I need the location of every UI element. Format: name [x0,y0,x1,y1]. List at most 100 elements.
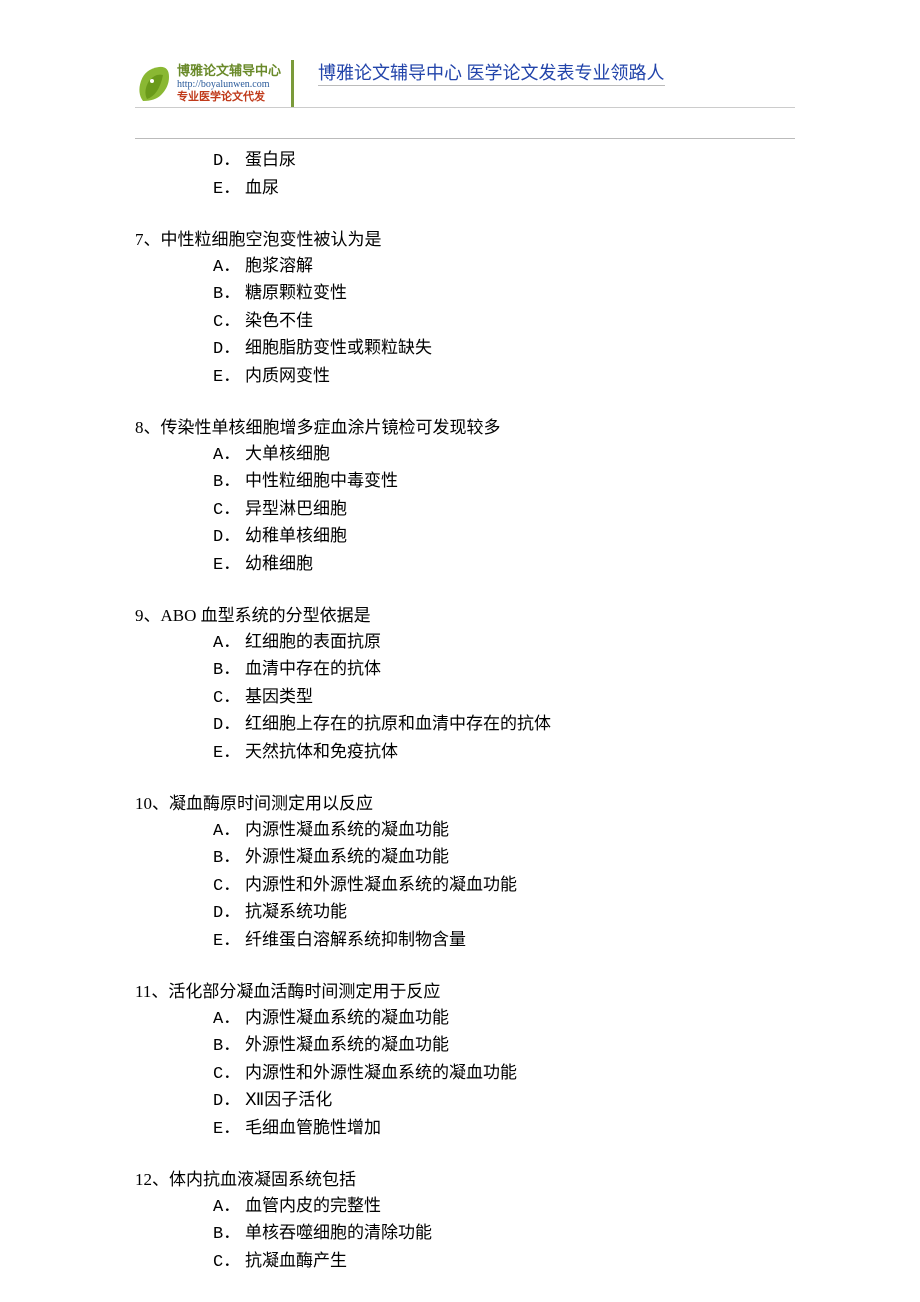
option-text: 幼稚单核细胞 [245,526,347,545]
option-text: 内源性和外源性凝血系统的凝血功能 [245,1063,517,1082]
option-line: C．内源性和外源性凝血系统的凝血功能 [135,872,795,900]
option-line: B．血清中存在的抗体 [135,656,795,684]
option-text: 内源性凝血系统的凝血功能 [245,1008,449,1027]
option-text: 内源性和外源性凝血系统的凝血功能 [245,875,517,894]
option-label: D． [213,1089,245,1115]
option-label: D． [213,149,245,175]
option-text: 基因类型 [245,687,313,706]
header-right: 博雅论文辅导中心 医学论文发表专业领路人 [291,60,665,107]
option-text: 单核吞噬细胞的清除功能 [245,1223,432,1242]
option-line: B．外源性凝血系统的凝血功能 [135,1032,795,1060]
option-text: 血清中存在的抗体 [245,659,381,678]
question-9: 9、ABO 血型系统的分型依据是 [135,603,795,629]
option-label: B． [213,470,245,496]
option-text: 血尿 [245,178,279,197]
option-text: 幼稚细胞 [245,554,313,573]
option-label: E． [213,1117,245,1143]
option-text: 天然抗体和免疫抗体 [245,742,398,761]
logo-url: http://boyalunwen.com [177,79,281,91]
option-text: 内质网变性 [245,366,330,385]
option-label: B． [213,1034,245,1060]
question-11-options: A．内源性凝血系统的凝血功能 B．外源性凝血系统的凝血功能 C．内源性和外源性凝… [135,1005,795,1143]
option-label: E． [213,365,245,391]
option-label: D． [213,337,245,363]
question-10: 10、凝血酶原时间测定用以反应 [135,791,795,817]
option-label: B． [213,658,245,684]
option-text: 蛋白尿 [245,150,296,169]
option-line: C．抗凝血酶产生 [135,1248,795,1276]
option-label: B． [213,282,245,308]
logo-title: 博雅论文辅导中心 [177,63,281,79]
option-line: C．染色不佳 [135,308,795,336]
option-text: 红细胞上存在的抗原和血清中存在的抗体 [245,714,551,733]
option-label: E． [213,929,245,955]
logo-text-block: 博雅论文辅导中心 http://boyalunwen.com 专业医学论文代发 [177,63,281,104]
option-text: 胞浆溶解 [245,256,313,275]
option-text: 大单核细胞 [245,444,330,463]
logo-block: 博雅论文辅导中心 http://boyalunwen.com 专业医学论文代发 [135,63,289,105]
question-stem: 活化部分凝血活酶时间测定用于反应 [168,982,440,1001]
option-line: B．中性粒细胞中毒变性 [135,468,795,496]
option-text: 中性粒细胞中毒变性 [245,471,398,490]
question-number: 12、 [135,1170,169,1189]
option-line: D．红细胞上存在的抗原和血清中存在的抗体 [135,711,795,739]
option-text: 外源性凝血系统的凝血功能 [245,1035,449,1054]
option-line: A．大单核细胞 [135,441,795,469]
option-line: C．基因类型 [135,684,795,712]
option-text: 糖原颗粒变性 [245,283,347,302]
option-label: E． [213,177,245,203]
option-line: D．细胞脂肪变性或颗粒缺失 [135,335,795,363]
option-line: D．蛋白尿 [135,147,795,175]
question-number: 9、 [135,606,161,625]
question-7-options: A．胞浆溶解 B．糖原颗粒变性 C．染色不佳 D．细胞脂肪变性或颗粒缺失 E．内… [135,253,795,391]
option-line: B．糖原颗粒变性 [135,280,795,308]
question-8: 8、传染性单核细胞增多症血涂片镜检可发现较多 [135,415,795,441]
question-10-options: A．内源性凝血系统的凝血功能 B．外源性凝血系统的凝血功能 C．内源性和外源性凝… [135,817,795,955]
option-text: 内源性凝血系统的凝血功能 [245,820,449,839]
option-label: D． [213,525,245,551]
option-text: 染色不佳 [245,311,313,330]
option-line: E．天然抗体和免疫抗体 [135,739,795,767]
option-text: 抗凝系统功能 [245,902,347,921]
logo-subtitle: 专业医学论文代发 [177,91,281,104]
header-right-text: 博雅论文辅导中心 医学论文发表专业领路人 [318,63,665,86]
option-text: Ⅻ因子活化 [245,1090,332,1109]
option-label: C． [213,310,245,336]
option-text: 纤维蛋白溶解系统抑制物含量 [245,930,466,949]
option-line: C．异型淋巴细胞 [135,496,795,524]
option-text: 细胞脂肪变性或颗粒缺失 [245,338,432,357]
question-stem: 凝血酶原时间测定用以反应 [169,794,373,813]
page-header: 博雅论文辅导中心 http://boyalunwen.com 专业医学论文代发 … [135,60,795,108]
option-line: A．内源性凝血系统的凝血功能 [135,817,795,845]
question-8-options: A．大单核细胞 B．中性粒细胞中毒变性 C．异型淋巴细胞 D．幼稚单核细胞 E．… [135,441,795,579]
option-label: B． [213,1222,245,1248]
option-line: E．毛细血管脆性增加 [135,1115,795,1143]
option-label: D． [213,901,245,927]
option-label: C． [213,686,245,712]
option-text: 异型淋巴细胞 [245,499,347,518]
option-line: C．内源性和外源性凝血系统的凝血功能 [135,1060,795,1088]
question-stem: 中性粒细胞空泡变性被认为是 [161,230,382,249]
question-stem: ABO 血型系统的分型依据是 [161,606,371,625]
option-label: D． [213,713,245,739]
orphan-options: D．蛋白尿 E．血尿 [135,147,795,202]
option-text: 抗凝血酶产生 [245,1251,347,1270]
option-text: 毛细血管脆性增加 [245,1118,381,1137]
option-line: A．内源性凝血系统的凝血功能 [135,1005,795,1033]
question-number: 11、 [135,982,168,1001]
option-line: B．单核吞噬细胞的清除功能 [135,1220,795,1248]
option-text: 血管内皮的完整性 [245,1196,381,1215]
option-line: E．幼稚细胞 [135,551,795,579]
option-line: D．Ⅻ因子活化 [135,1087,795,1115]
option-line: A．红细胞的表面抗原 [135,629,795,657]
document-content: D．蛋白尿 E．血尿 7、中性粒细胞空泡变性被认为是 A．胞浆溶解 B．糖原颗粒… [135,147,795,1275]
question-stem: 传染性单核细胞增多症血涂片镜检可发现较多 [161,418,501,437]
question-number: 8、 [135,418,161,437]
option-label: A． [213,255,245,281]
question-number: 10、 [135,794,169,813]
option-label: A． [213,443,245,469]
option-label: C． [213,1062,245,1088]
header-divider [135,138,795,139]
option-label: A． [213,819,245,845]
option-label: A． [213,631,245,657]
